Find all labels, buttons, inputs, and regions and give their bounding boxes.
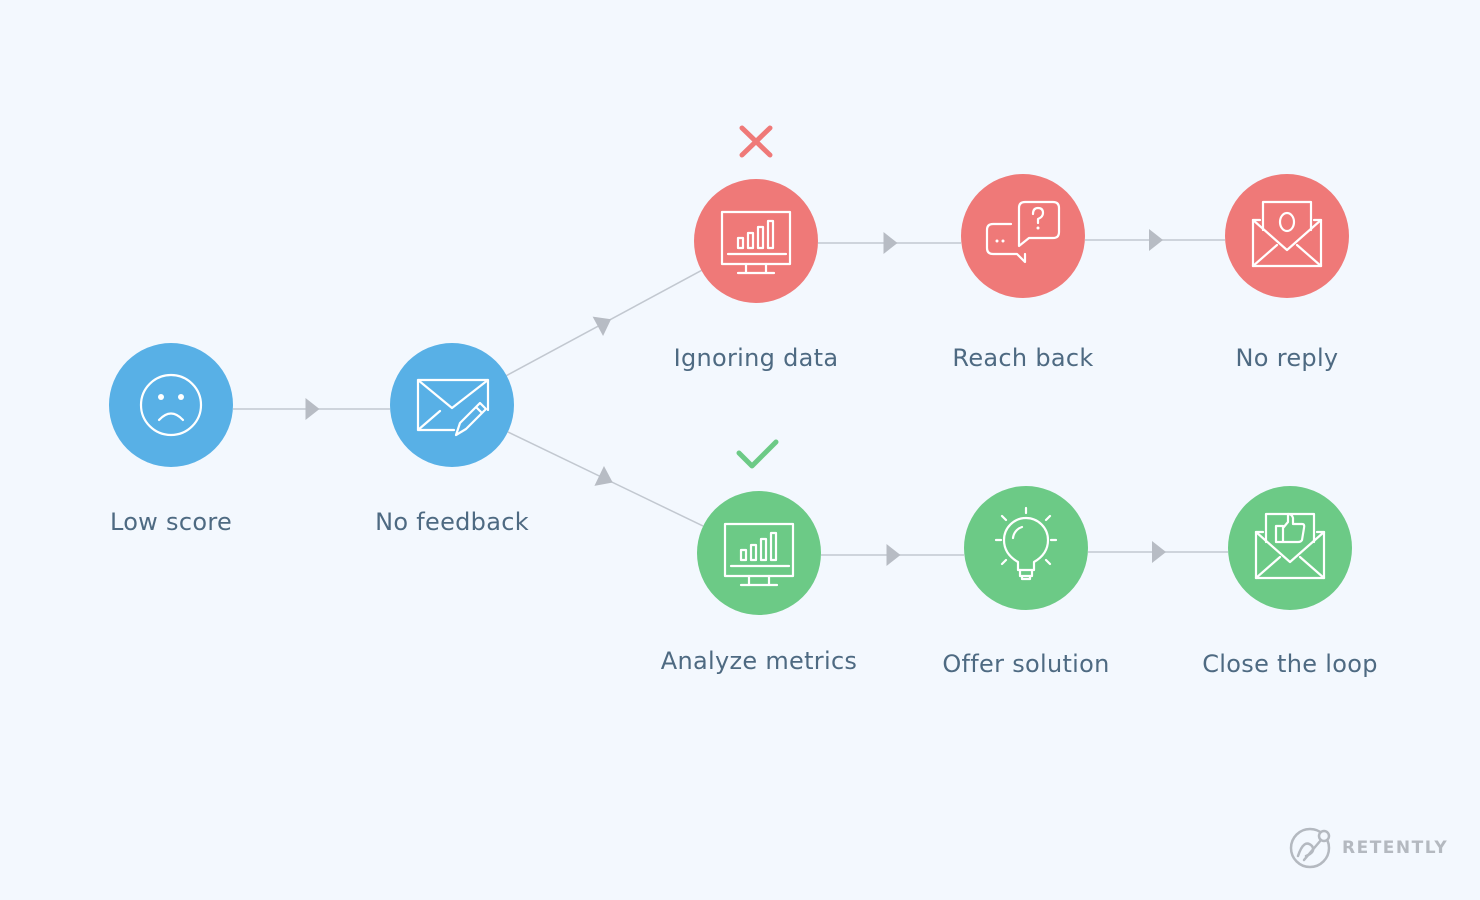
node-low-score	[109, 343, 233, 467]
node-label-reach-back: Reach back	[952, 344, 1094, 372]
node-close-the-loop	[1228, 486, 1352, 610]
node-circle	[961, 174, 1085, 298]
cross-icon	[739, 125, 773, 158]
node-label-close-the-loop: Close the loop	[1202, 650, 1378, 678]
node-circle	[109, 343, 233, 467]
node-circle	[964, 486, 1088, 610]
connector-analyze-metrics-to-offer-solution	[821, 544, 964, 566]
node-label-ignoring-data: Ignoring data	[673, 344, 839, 372]
node-ignoring-data	[694, 179, 818, 303]
arrow-head-icon	[886, 544, 901, 566]
connector-no-feedback-to-ignoring-data	[506, 269, 702, 377]
arrow-head-icon	[594, 466, 613, 486]
arrow-head-icon	[1149, 229, 1163, 251]
node-circle	[697, 491, 821, 615]
arrow-head-icon	[592, 316, 612, 337]
node-no-reply	[1225, 174, 1349, 298]
check-icon	[736, 439, 779, 469]
arrow-head-icon	[1152, 541, 1166, 563]
connector-low-score-to-no-feedback	[233, 398, 390, 420]
node-circle	[390, 343, 514, 467]
retently-logo: RETENTLY	[1288, 826, 1448, 870]
node-no-feedback	[390, 343, 514, 467]
connector-ignoring-data-to-reach-back	[818, 232, 961, 254]
node-label-offer-solution: Offer solution	[942, 650, 1110, 678]
node-circle	[694, 179, 818, 303]
node-offer-solution	[964, 486, 1088, 610]
node-label-analyze-metrics: Analyze metrics	[660, 647, 858, 675]
node-label-no-reply: No reply	[1235, 344, 1339, 372]
node-circle	[1228, 486, 1352, 610]
retently-logo-text: RETENTLY	[1342, 838, 1449, 858]
connector-reach-back-to-no-reply	[1085, 229, 1225, 251]
node-label-low-score: Low score	[109, 508, 233, 536]
arrow-head-icon	[883, 232, 898, 254]
connector-offer-solution-to-close-the-loop	[1088, 541, 1228, 563]
node-analyze-metrics	[697, 491, 821, 615]
node-circle	[1225, 174, 1349, 298]
node-label-no-feedback: No feedback	[375, 508, 529, 536]
node-reach-back	[961, 174, 1085, 298]
retently-logo-icon	[1289, 827, 1331, 869]
connector-no-feedback-to-analyze-metrics	[507, 431, 704, 527]
flow-diagram	[109, 125, 1352, 615]
arrow-head-icon	[305, 398, 320, 420]
